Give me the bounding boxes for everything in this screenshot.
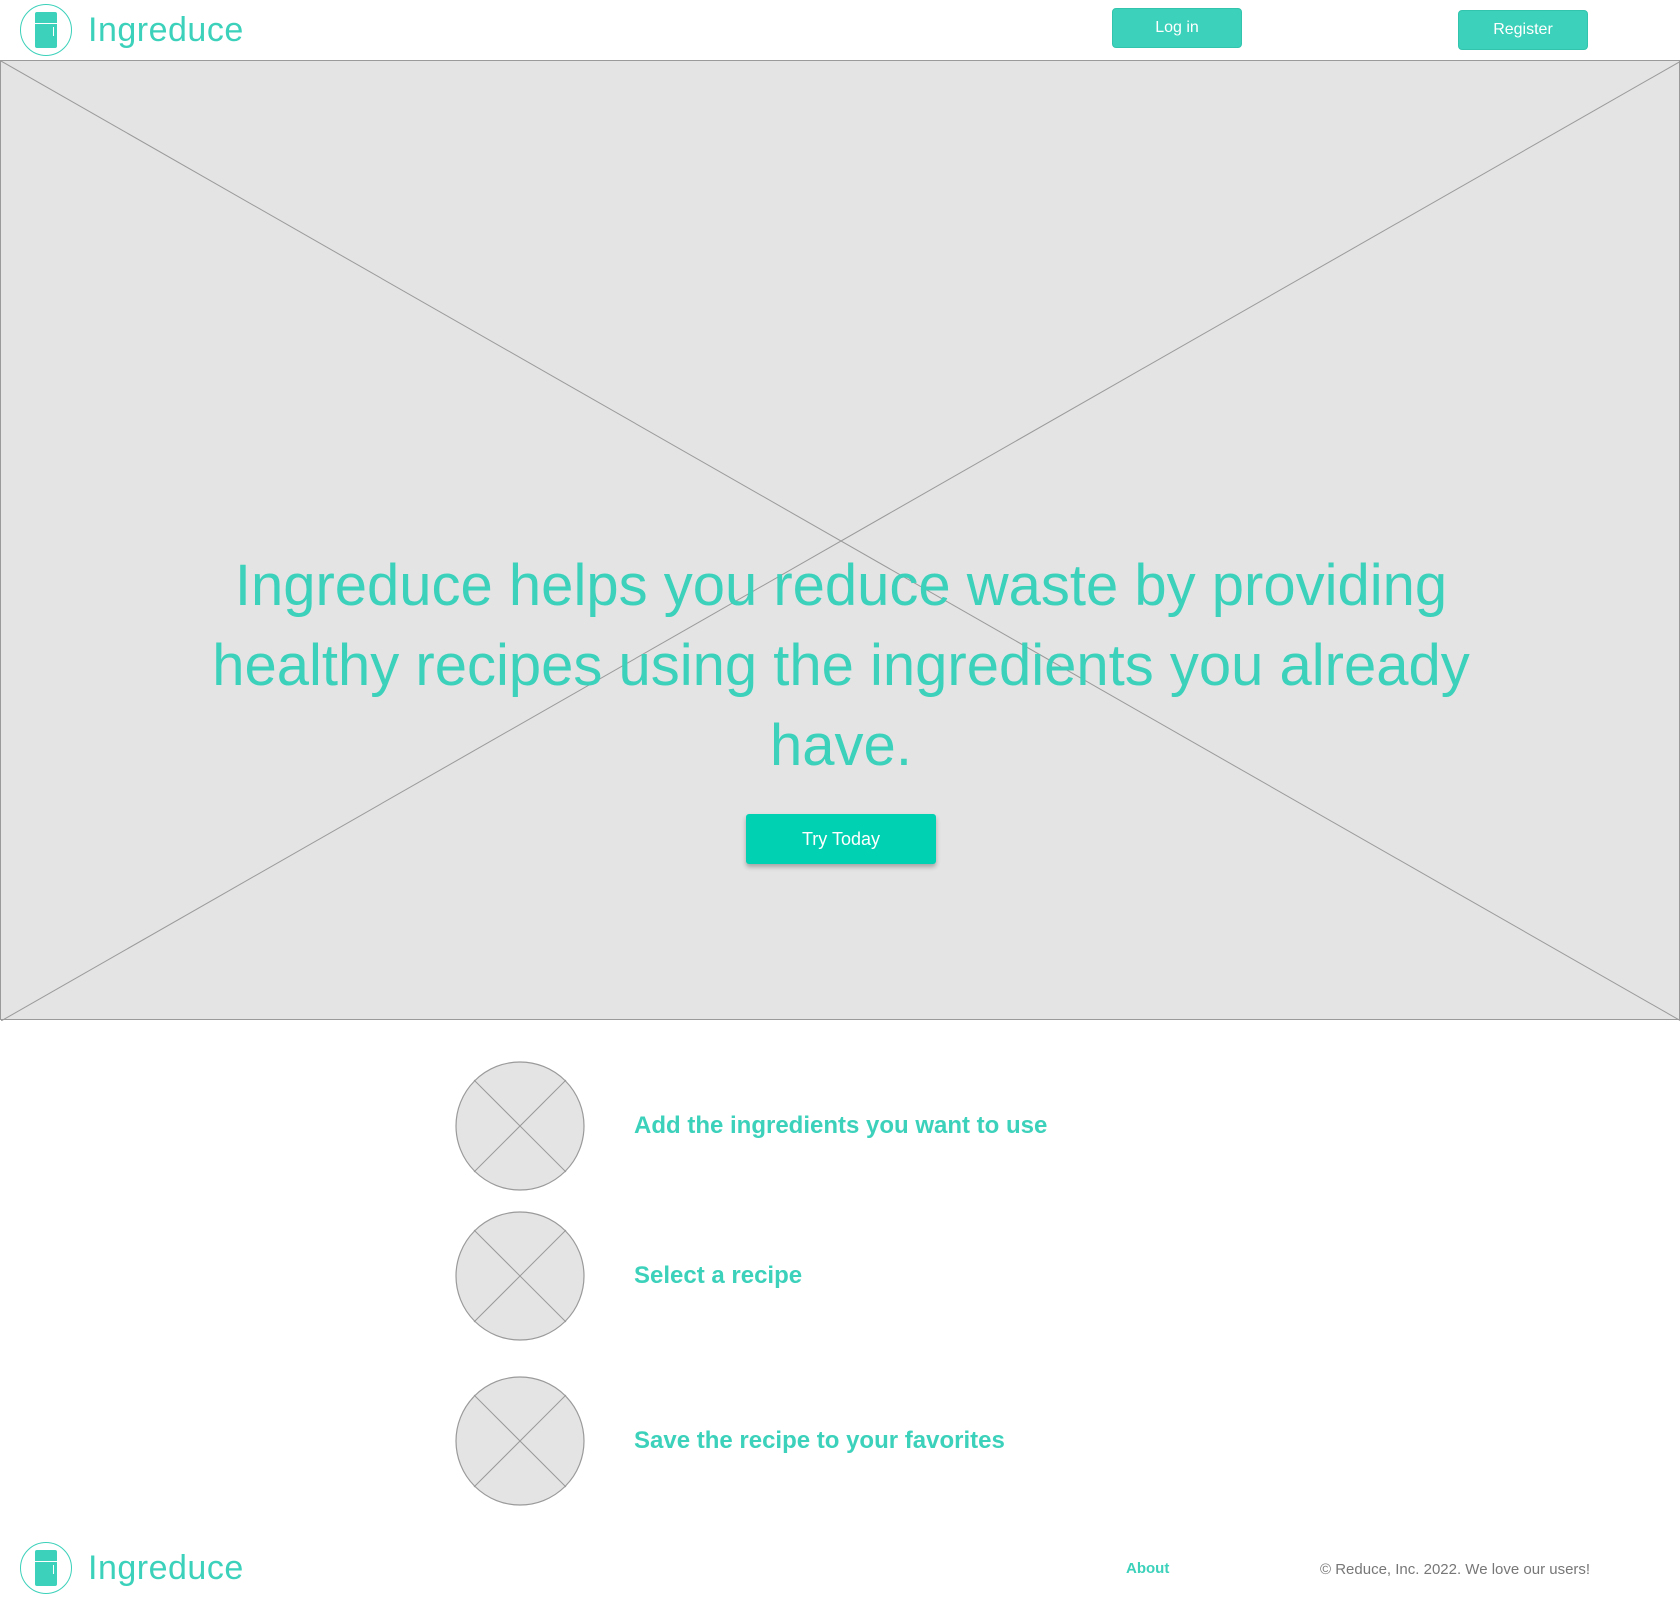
image-placeholder-icon (455, 1061, 585, 1191)
header-brand-name[interactable]: Ingreduce (88, 11, 244, 50)
step-label-add-ingredients: Add the ingredients you want to use (634, 1112, 1048, 1139)
image-placeholder-icon (455, 1211, 585, 1341)
hero-image-placeholder: Ingreduce helps you reduce waste by prov… (0, 60, 1680, 1021)
register-button[interactable]: Register (1458, 10, 1588, 50)
try-today-button[interactable]: Try Today (746, 814, 936, 864)
step-label-save-favorites: Save the recipe to your favorites (634, 1427, 1005, 1454)
fridge-icon (35, 12, 57, 48)
about-link[interactable]: About (1126, 1560, 1169, 1577)
login-button[interactable]: Log in (1112, 8, 1242, 48)
hero-headline: Ingreduce helps you reduce waste by prov… (212, 553, 1470, 778)
footer-brand-name[interactable]: Ingreduce (88, 1549, 244, 1588)
hero-placeholder-cross (1, 61, 1680, 1021)
fridge-icon (35, 1550, 57, 1586)
step-label-select-recipe: Select a recipe (634, 1262, 803, 1289)
copyright-text: © Reduce, Inc. 2022. We love our users! (1320, 1561, 1591, 1578)
header-logo[interactable] (20, 4, 72, 56)
footer-logo[interactable] (20, 1542, 72, 1594)
image-placeholder-icon (455, 1376, 585, 1506)
